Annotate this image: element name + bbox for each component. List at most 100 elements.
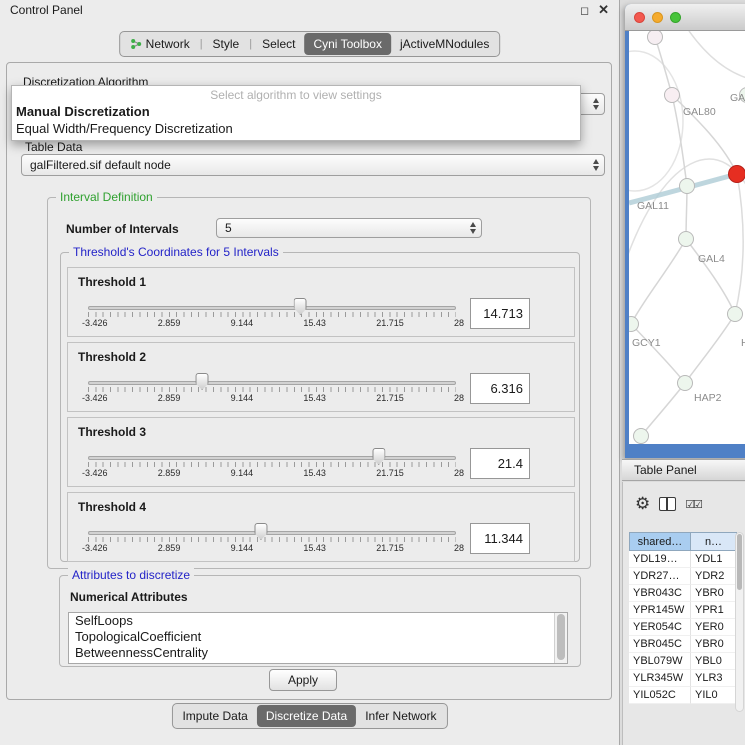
close-traffic-light[interactable] <box>634 12 645 23</box>
network-node[interactable] <box>629 317 639 332</box>
tab-label: Discretize Data <box>266 709 347 723</box>
table-row[interactable]: YIL052CYIL0 <box>629 687 737 704</box>
tick-label: 2.859 <box>158 543 181 553</box>
float-window-icon[interactable]: ◻ <box>580 4 589 17</box>
table-panel-header[interactable]: Table Panel <box>622 459 745 481</box>
table-cell: YBR0 <box>691 636 737 653</box>
node-label: GAL80 <box>683 106 716 118</box>
network-node-selected[interactable] <box>729 166 745 183</box>
table-scrollbar[interactable] <box>735 532 744 712</box>
close-icon[interactable]: ✕ <box>598 2 609 18</box>
gear-icon[interactable]: ⚙ <box>635 494 650 514</box>
threshold-slider[interactable]: -3.4262.8599.14415.4321.71528 <box>88 448 456 480</box>
tick-label: 28 <box>454 543 464 553</box>
tick-label: 28 <box>454 318 464 328</box>
columns-icon[interactable] <box>659 497 676 511</box>
slider-track[interactable] <box>88 531 456 535</box>
network-edge <box>735 174 743 314</box>
node-label: GAL11 <box>637 200 669 212</box>
num-intervals-label: Number of Intervals <box>66 222 179 236</box>
table-row[interactable]: YLR345WYLR3 <box>629 670 737 687</box>
table-row[interactable]: YPR145WYPR1 <box>629 602 737 619</box>
table-header-row: shared… n… <box>629 532 737 551</box>
tab-label: Impute Data <box>182 709 247 723</box>
table-cell: YDR27… <box>629 568 691 585</box>
tick-label: 15.43 <box>303 468 326 478</box>
list-scrollbar[interactable] <box>554 613 567 663</box>
node-table: shared… n… YDL19…YDL1YDR27…YDR2YBR043CYB… <box>629 532 737 704</box>
slider-track[interactable] <box>88 306 456 310</box>
tick-label: 2.859 <box>158 318 181 328</box>
network-canvas[interactable]: GAL80GAGAL11GAL4GCY1HHAP2 <box>629 31 745 444</box>
control-panel-titlebar: Control Panel ◻ ✕ <box>0 0 619 20</box>
network-window: GAL80GAGAL11GAL4GCY1HHAP2 <box>625 4 745 458</box>
column-header[interactable]: n… <box>691 532 737 551</box>
threshold-slider[interactable]: -3.4262.8599.14415.4321.71528 <box>88 373 456 405</box>
scrollbar-thumb[interactable] <box>737 534 742 590</box>
scrollbar-thumb[interactable] <box>557 614 565 660</box>
tick-label: 21.715 <box>376 543 404 553</box>
threshold-panel: Threshold 1 -3.4262.8599.14415.4321.7152… <box>67 267 575 337</box>
thresholds-legend: Threshold's Coordinates for 5 Intervals <box>69 245 283 259</box>
minimize-traffic-light[interactable] <box>652 12 663 23</box>
zoom-traffic-light[interactable] <box>670 12 681 23</box>
node-label: H <box>741 337 745 349</box>
table-row[interactable]: YBL079WYBL0 <box>629 653 737 670</box>
tick-label: 9.144 <box>231 318 254 328</box>
tab-network[interactable]: Network <box>121 33 199 55</box>
algorithm-option-manual[interactable]: Manual Discretization <box>12 103 580 120</box>
tab-cyni-toolbox[interactable]: Cyni Toolbox <box>304 33 390 55</box>
table-data-combobox[interactable]: galFiltered.sif default node <box>21 154 605 176</box>
table-row[interactable]: YBR045CYBR0 <box>629 636 737 653</box>
select-columns-icon[interactable]: ☑☑ <box>685 498 701 511</box>
network-node[interactable] <box>679 232 694 247</box>
threshold-value-field[interactable]: 14.713 <box>470 298 530 329</box>
num-intervals-combobox[interactable]: 5 <box>216 218 482 238</box>
network-node[interactable] <box>648 31 663 45</box>
threshold-value-field[interactable]: 6.316 <box>470 373 530 404</box>
threshold-value-field[interactable]: 21.4 <box>470 448 530 479</box>
tab-jactivemnodules[interactable]: jActiveMNodules <box>391 33 498 55</box>
column-header[interactable]: shared… <box>629 532 691 551</box>
table-row[interactable]: YDL19…YDL1 <box>629 551 737 568</box>
network-node[interactable] <box>678 376 693 391</box>
table-row[interactable]: YER054CYER0 <box>629 619 737 636</box>
tab-infer-network[interactable]: Infer Network <box>356 705 445 727</box>
threshold-value-field[interactable]: 11.344 <box>470 523 530 554</box>
tab-discretize-data[interactable]: Discretize Data <box>257 705 356 727</box>
network-node[interactable] <box>665 88 680 103</box>
tab-select[interactable]: Select <box>253 33 304 55</box>
network-node[interactable] <box>680 179 695 194</box>
network-node[interactable] <box>634 429 649 444</box>
threshold-slider[interactable]: -3.4262.8599.14415.4321.71528 <box>88 298 456 330</box>
slider-track[interactable] <box>88 381 456 385</box>
numerical-attributes-list[interactable]: SelfLoops TopologicalCoefficient Between… <box>68 612 568 664</box>
algorithm-option-equal-width[interactable]: Equal Width/Frequency Discretization <box>12 120 580 137</box>
network-node[interactable] <box>728 307 743 322</box>
slider-track[interactable] <box>88 456 456 460</box>
tab-impute-data[interactable]: Impute Data <box>173 705 256 727</box>
list-item[interactable]: BetweennessCentrality <box>69 645 567 661</box>
tick-label: -3.426 <box>82 543 108 553</box>
top-tabbar: Network | Style | Select Cyni Toolbox jA… <box>119 31 501 57</box>
tab-style[interactable]: Style <box>204 33 249 55</box>
table-cell: YBR0 <box>691 585 737 602</box>
network-edge <box>629 51 683 191</box>
table-cell: YBR045C <box>629 636 691 653</box>
threshold-slider[interactable]: -3.4262.8599.14415.4321.71528 <box>88 523 456 555</box>
table-data-label: Table Data <box>25 140 82 154</box>
tab-label: Cyni Toolbox <box>313 37 381 51</box>
combo-arrows-icon <box>593 159 599 171</box>
list-item[interactable]: TopologicalCoefficient <box>69 629 567 645</box>
table-row[interactable]: YDR27…YDR2 <box>629 568 737 585</box>
network-titlebar <box>625 4 745 31</box>
tab-label: Select <box>262 37 295 51</box>
apply-button[interactable]: Apply <box>269 669 337 691</box>
window-title: Control Panel <box>10 3 571 17</box>
list-item[interactable]: SelfLoops <box>69 613 567 629</box>
table-row[interactable]: YBR043CYBR0 <box>629 585 737 602</box>
tick-label: 9.144 <box>231 393 254 403</box>
slider-ticks <box>88 537 456 542</box>
slider-scale: -3.4262.8599.14415.4321.71528 <box>82 468 464 478</box>
thresholds-group: Threshold's Coordinates for 5 Intervals … <box>60 252 580 562</box>
